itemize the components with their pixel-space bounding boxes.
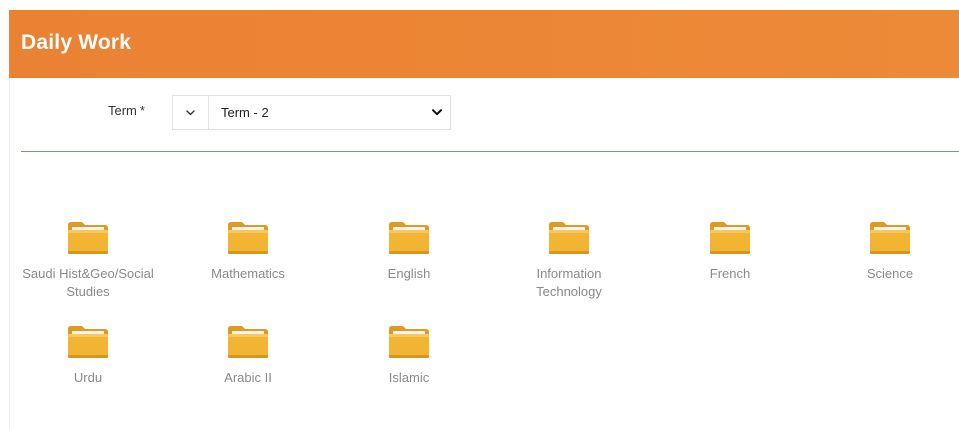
folder-icon — [66, 220, 110, 256]
folder-icon — [226, 220, 270, 256]
folder-item[interactable]: English — [334, 220, 484, 283]
folder-label: Science — [866, 266, 914, 281]
folder-item[interactable]: Arabic II — [173, 324, 323, 387]
folder-label: Arabic II — [224, 370, 272, 385]
folder-label: Urdu — [73, 370, 103, 385]
folder-icon — [387, 220, 431, 256]
section-divider — [21, 151, 959, 152]
select-arrow-icon — [432, 109, 442, 116]
term-select-value: Term - 2 — [221, 105, 269, 120]
folder-icon — [708, 220, 752, 256]
folder-label: English — [387, 266, 431, 281]
folder-icon — [226, 324, 270, 360]
folder-item[interactable]: Islamic — [334, 324, 484, 387]
term-addon-button[interactable] — [173, 96, 209, 129]
folder-label: Islamic — [388, 370, 430, 385]
daily-work-page: Daily Work Term * Term - 2 Saudi Hist&Ge… — [0, 0, 959, 429]
folder-item[interactable]: Science — [815, 220, 959, 283]
folder-label: Saudi Hist&Geo/Social Studies — [22, 266, 154, 299]
page-title: Daily Work — [21, 31, 132, 54]
folder-icon — [547, 220, 591, 256]
folder-item[interactable]: French — [655, 220, 805, 283]
folder-label: Information Technology — [536, 266, 602, 299]
folder-icon — [868, 220, 912, 256]
chevron-down-icon — [186, 109, 195, 116]
required-marker: * — [139, 103, 145, 118]
folder-label: French — [709, 266, 751, 281]
term-select[interactable]: Term - 2 — [209, 96, 450, 129]
folder-icon — [66, 324, 110, 360]
folder-icon — [387, 324, 431, 360]
folder-item[interactable]: Urdu — [13, 324, 163, 387]
folder-item[interactable]: Information Technology — [494, 220, 644, 301]
term-label-text: Term — [108, 103, 137, 118]
term-select-group: Term - 2 — [172, 95, 451, 130]
folder-item[interactable]: Mathematics — [173, 220, 323, 283]
term-label: Term * — [108, 103, 145, 118]
folder-item[interactable]: Saudi Hist&Geo/Social Studies — [13, 220, 163, 301]
content-left-border — [9, 78, 10, 429]
folder-label: Mathematics — [211, 266, 285, 281]
page-header: Daily Work — [9, 10, 959, 78]
